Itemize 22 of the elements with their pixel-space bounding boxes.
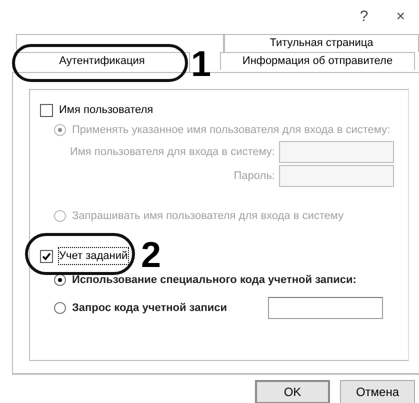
field-label: Пароль:: [234, 168, 275, 184]
checkbox-label: Имя пользователя: [59, 102, 154, 118]
tab[interactable]: Титульная страница: [224, 34, 419, 52]
input-field[interactable]: [268, 297, 383, 319]
checkbox-label: Учет заданий: [59, 248, 128, 264]
checkbox[interactable]: [40, 104, 53, 116]
callout-number: 2: [141, 237, 162, 273]
radio-button[interactable]: [54, 302, 66, 314]
radio-label: Использование специального кода учетной записи:: [72, 272, 356, 288]
tab[interactable]: Аутентификация: [14, 52, 190, 72]
callout-number: 1: [191, 46, 212, 82]
radio-label: Запрос кода учетной записи: [72, 300, 228, 316]
tab[interactable]: Информация об отправителе: [220, 52, 415, 70]
checkbox[interactable]: [40, 250, 53, 262]
cancel-button[interactable]: Отмена: [340, 380, 415, 403]
ok-button[interactable]: OK: [255, 380, 330, 403]
radio-button[interactable]: [54, 274, 66, 286]
field-label: Имя пользователя для входа в систему:: [70, 144, 275, 160]
radio-label: Применять указанное имя пользователя для входа в систему:: [72, 122, 390, 138]
close-button[interactable]: ×: [396, 6, 405, 28]
radio-label: Запрашивать имя пользователя для входа в систему: [72, 208, 344, 224]
help-button[interactable]: ?: [360, 6, 368, 28]
